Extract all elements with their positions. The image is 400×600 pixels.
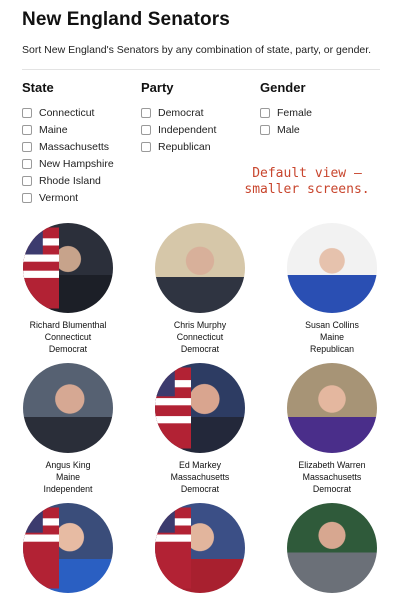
- senator-photo: [287, 503, 377, 593]
- checkbox[interactable]: [141, 124, 151, 135]
- senator-name: Ed Markey: [178, 460, 222, 470]
- filter-option-vermont[interactable]: Vermont: [22, 189, 114, 206]
- senator-card[interactable]: Ed Markey Massachusetts Democrat: [135, 363, 265, 495]
- filter-option-connecticut[interactable]: Connecticut: [22, 104, 114, 121]
- annotation-note: Default view – smaller screens.: [222, 166, 392, 198]
- filter-option-label: Independent: [158, 123, 217, 136]
- filter-option-female[interactable]: Female: [260, 104, 312, 121]
- senator-name: Susan Collins: [305, 320, 359, 330]
- senator-name: Richard Blumenthal: [29, 320, 107, 330]
- senator-photo: [23, 223, 113, 313]
- senator-party: Independent: [43, 484, 93, 494]
- senator-card[interactable]: Susan Collins Maine Republican: [267, 223, 397, 355]
- checkbox[interactable]: [22, 141, 32, 152]
- party-filter-heading: Party: [141, 80, 174, 95]
- filter-option-democrat[interactable]: Democrat: [141, 104, 216, 121]
- senator-photo: [23, 503, 113, 593]
- filter-option-label: Democrat: [158, 106, 204, 119]
- gender-filter-group: Gender Female Male: [260, 80, 312, 138]
- checkbox[interactable]: [22, 124, 32, 135]
- senator-party: Democrat: [312, 484, 352, 494]
- checkbox[interactable]: [260, 124, 270, 135]
- annotation-line: Default view –: [252, 166, 362, 181]
- page: New England Senators Sort New England's …: [0, 0, 400, 600]
- senator-state: Connecticut: [176, 332, 224, 342]
- flag-image: [155, 507, 191, 589]
- page-title: New England Senators: [22, 9, 230, 30]
- senator-state: Maine: [56, 472, 80, 482]
- checkbox[interactable]: [260, 107, 270, 118]
- gender-filter-heading: Gender: [260, 80, 306, 95]
- senator-photo: [155, 503, 245, 593]
- senator-card[interactable]: [3, 503, 133, 593]
- senator-party: Democrat: [180, 344, 220, 354]
- page-subtitle: Sort New England's Senators by any combi…: [22, 44, 372, 56]
- senator-party: Democrat: [180, 484, 220, 494]
- party-filter-group: Party Democrat Independent Republican: [141, 80, 216, 155]
- senator-state: Maine: [320, 332, 344, 342]
- senator-photo: [287, 223, 377, 313]
- filter-option-label: Male: [277, 123, 300, 136]
- annotation-line: smaller screens.: [244, 182, 370, 197]
- senator-photo: [23, 363, 113, 453]
- senator-name: Angus King: [45, 460, 91, 470]
- checkbox[interactable]: [141, 141, 151, 152]
- filter-option-maine[interactable]: Maine: [22, 121, 114, 138]
- filter-option-label: New Hampshire: [39, 157, 114, 170]
- filter-option-label: Connecticut: [39, 106, 95, 119]
- filter-option-label: Republican: [158, 140, 211, 153]
- filter-option-massachusetts[interactable]: Massachusetts: [22, 138, 114, 155]
- senator-photo: [155, 363, 245, 453]
- checkbox[interactable]: [22, 175, 32, 186]
- flag-image: [23, 227, 59, 309]
- flag-image: [155, 367, 191, 449]
- filter-option-label: Massachusetts: [39, 140, 110, 153]
- senator-state: Connecticut: [44, 332, 92, 342]
- filter-option-male[interactable]: Male: [260, 121, 312, 138]
- senator-card[interactable]: [135, 503, 265, 593]
- senator-name: Elizabeth Warren: [298, 460, 366, 470]
- filter-option-label: Vermont: [39, 191, 79, 204]
- senator-card[interactable]: Elizabeth Warren Massachusetts Democrat: [267, 363, 397, 495]
- senator-state: Massachusetts: [170, 472, 230, 482]
- senator-name: Chris Murphy: [173, 320, 227, 330]
- senator-photo: [155, 223, 245, 313]
- filter-option-label: Female: [277, 106, 313, 119]
- state-filter-heading: State: [22, 80, 54, 95]
- senator-card[interactable]: Chris Murphy Connecticut Democrat: [135, 223, 265, 355]
- filter-option-republican[interactable]: Republican: [141, 138, 216, 155]
- filter-option-new-hampshire[interactable]: New Hampshire: [22, 155, 114, 172]
- filter-option-label: Maine: [39, 123, 68, 136]
- senator-party: Democrat: [48, 344, 88, 354]
- checkbox[interactable]: [22, 158, 32, 169]
- checkbox[interactable]: [22, 107, 32, 118]
- checkbox[interactable]: [22, 192, 32, 203]
- filter-option-independent[interactable]: Independent: [141, 121, 216, 138]
- senator-state: Massachusetts: [302, 472, 362, 482]
- senator-card[interactable]: Richard Blumenthal Connecticut Democrat: [3, 223, 133, 355]
- state-filter-group: State Connecticut Maine Massachusetts Ne…: [22, 80, 114, 206]
- filter-option-label: Rhode Island: [39, 174, 101, 187]
- senator-photo: [287, 363, 377, 453]
- checkbox[interactable]: [141, 107, 151, 118]
- filter-option-rhode-island[interactable]: Rhode Island: [22, 172, 114, 189]
- flag-image: [23, 507, 59, 589]
- senator-party: Republican: [309, 344, 354, 354]
- header-divider: [22, 69, 380, 70]
- senator-card[interactable]: [267, 503, 397, 593]
- senator-card[interactable]: Angus King Maine Independent: [3, 363, 133, 495]
